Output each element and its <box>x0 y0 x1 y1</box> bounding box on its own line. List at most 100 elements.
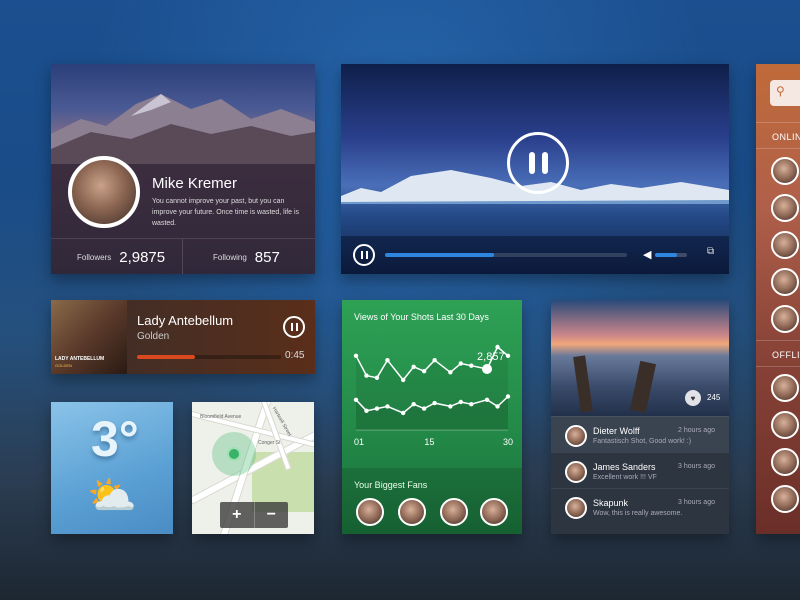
data-point[interactable] <box>484 397 490 402</box>
divider <box>756 122 800 123</box>
offline-user-avatar[interactable] <box>771 411 799 439</box>
data-point[interactable] <box>448 404 453 409</box>
data-point[interactable] <box>432 400 437 406</box>
followers-count: 2,9875 <box>119 248 166 266</box>
fan-avatar[interactable] <box>356 498 384 526</box>
street-label: Conger St <box>258 440 281 446</box>
map-widget[interactable]: Bloomfield Avenue Hartwell Street Conger… <box>192 402 314 534</box>
data-point[interactable] <box>374 406 380 411</box>
data-point[interactable] <box>458 399 464 405</box>
data-point[interactable] <box>374 375 380 380</box>
data-point[interactable] <box>353 353 359 358</box>
data-point[interactable] <box>421 406 427 411</box>
online-user-avatar[interactable] <box>771 268 799 296</box>
photo-comments-card: ♥ 245 Dieter Wolff Fantastisch Shot, Goo… <box>551 300 729 534</box>
comment-item[interactable]: Dieter Wolff Fantastisch Shot, Good work… <box>551 416 729 452</box>
data-point[interactable] <box>385 404 390 409</box>
following-count: 857 <box>254 248 280 266</box>
contacts-search-input[interactable]: ⚲ <box>770 80 800 106</box>
data-point[interactable] <box>458 361 464 366</box>
heart-icon[interactable]: ♥ <box>685 390 701 406</box>
seek-bar[interactable] <box>385 253 627 257</box>
search-icon: ⚲ <box>776 84 785 98</box>
data-point[interactable] <box>469 402 474 407</box>
comment-avatar[interactable] <box>565 497 587 519</box>
offline-user-avatar[interactable] <box>771 485 799 513</box>
views-stats-card: Views of Your Shots Last 30 Days 2,857 01… <box>342 300 522 534</box>
stats-divider <box>182 239 183 274</box>
fans-title: Your Biggest Fans <box>354 480 428 490</box>
data-point[interactable] <box>364 408 369 413</box>
comment-avatar[interactable] <box>565 461 587 483</box>
data-point[interactable] <box>421 369 427 374</box>
data-point[interactable] <box>411 402 416 407</box>
fan-avatar[interactable] <box>440 498 468 526</box>
music-pause-button[interactable] <box>283 316 305 338</box>
data-point[interactable] <box>385 358 390 363</box>
online-user-avatar[interactable] <box>771 231 799 259</box>
comment-author: James Sanders <box>593 462 656 472</box>
profile-avatar[interactable] <box>68 156 140 228</box>
photo-image[interactable]: ♥ 245 <box>551 300 729 416</box>
tree-trunk <box>573 355 593 413</box>
contacts-sidebar: ⚲ ONLINE OFFLINE <box>756 64 800 534</box>
data-point[interactable] <box>448 370 453 375</box>
followers-label: Followers <box>77 252 112 262</box>
fan-avatar[interactable] <box>480 498 508 526</box>
street-label: Bloomfield Avenue <box>200 414 242 420</box>
data-point[interactable] <box>432 358 437 363</box>
track-artist: Lady Antebellum <box>137 313 234 328</box>
highlight-point[interactable] <box>482 364 493 374</box>
tree-trunk <box>629 360 657 414</box>
offline-user-avatar[interactable] <box>771 448 799 476</box>
volume-level <box>655 253 678 257</box>
comment-time: 3 hours ago <box>678 499 715 506</box>
video-player: ◀ ⧉ <box>341 64 729 274</box>
zoom-controls: + − <box>220 502 288 528</box>
data-point[interactable] <box>353 397 359 402</box>
profile-stats: Followers 2,9875 Following 857 <box>51 238 315 274</box>
profile-card: Mike Kremer You cannot improve your past… <box>51 64 315 274</box>
data-point[interactable] <box>469 363 474 368</box>
data-point[interactable] <box>364 373 369 378</box>
online-user-avatar[interactable] <box>771 157 799 185</box>
online-header: ONLINE <box>772 132 800 142</box>
album-cover[interactable]: LADY ANTEBELLUM GOLDEN <box>51 300 127 374</box>
following-stat[interactable]: Following 857 <box>213 239 280 274</box>
data-point[interactable] <box>505 394 511 399</box>
profile-bio: You cannot improve your past, but you ca… <box>152 198 300 227</box>
comment-item[interactable]: Skapunk Wow, this is really awesome. 3 h… <box>551 488 729 524</box>
fan-avatar[interactable] <box>398 498 426 526</box>
profile-name: Mike Kremer <box>152 175 238 192</box>
pause-button[interactable] <box>353 244 375 266</box>
chart-title: Views of Your Shots Last 30 Days <box>354 312 489 322</box>
weather-widget[interactable]: 3° ⛅ <box>51 402 173 534</box>
data-point[interactable] <box>505 353 511 358</box>
profile-cover-image <box>51 64 315 164</box>
online-user-avatar[interactable] <box>771 194 799 222</box>
comment-time: 3 hours ago <box>678 463 715 470</box>
comment-item[interactable]: James Sanders Excellent work !!! VF 3 ho… <box>551 452 729 488</box>
volume-icon[interactable]: ◀ <box>643 248 651 261</box>
volume-slider[interactable] <box>655 253 687 257</box>
data-point[interactable] <box>495 344 500 350</box>
music-progress-bar[interactable] <box>137 355 281 359</box>
followers-stat[interactable]: Followers 2,9875 <box>77 239 165 274</box>
current-location-marker[interactable] <box>227 447 241 461</box>
music-progress-fill <box>137 355 195 359</box>
data-point[interactable] <box>400 377 406 383</box>
fullscreen-icon[interactable]: ⧉ <box>707 246 714 257</box>
online-user-avatar[interactable] <box>771 305 799 333</box>
zoom-out-button[interactable]: − <box>255 502 289 528</box>
data-point[interactable] <box>411 364 416 369</box>
x-tick-label: 30 <box>503 437 513 447</box>
offline-user-avatar[interactable] <box>771 374 799 402</box>
x-tick-label: 01 <box>354 437 364 447</box>
comment-avatar[interactable] <box>565 425 587 447</box>
data-point[interactable] <box>400 410 406 416</box>
pause-icon <box>360 251 363 259</box>
center-pause-button[interactable] <box>507 132 569 194</box>
data-point[interactable] <box>495 404 500 409</box>
pause-icon <box>528 152 535 174</box>
zoom-in-button[interactable]: + <box>220 502 254 528</box>
